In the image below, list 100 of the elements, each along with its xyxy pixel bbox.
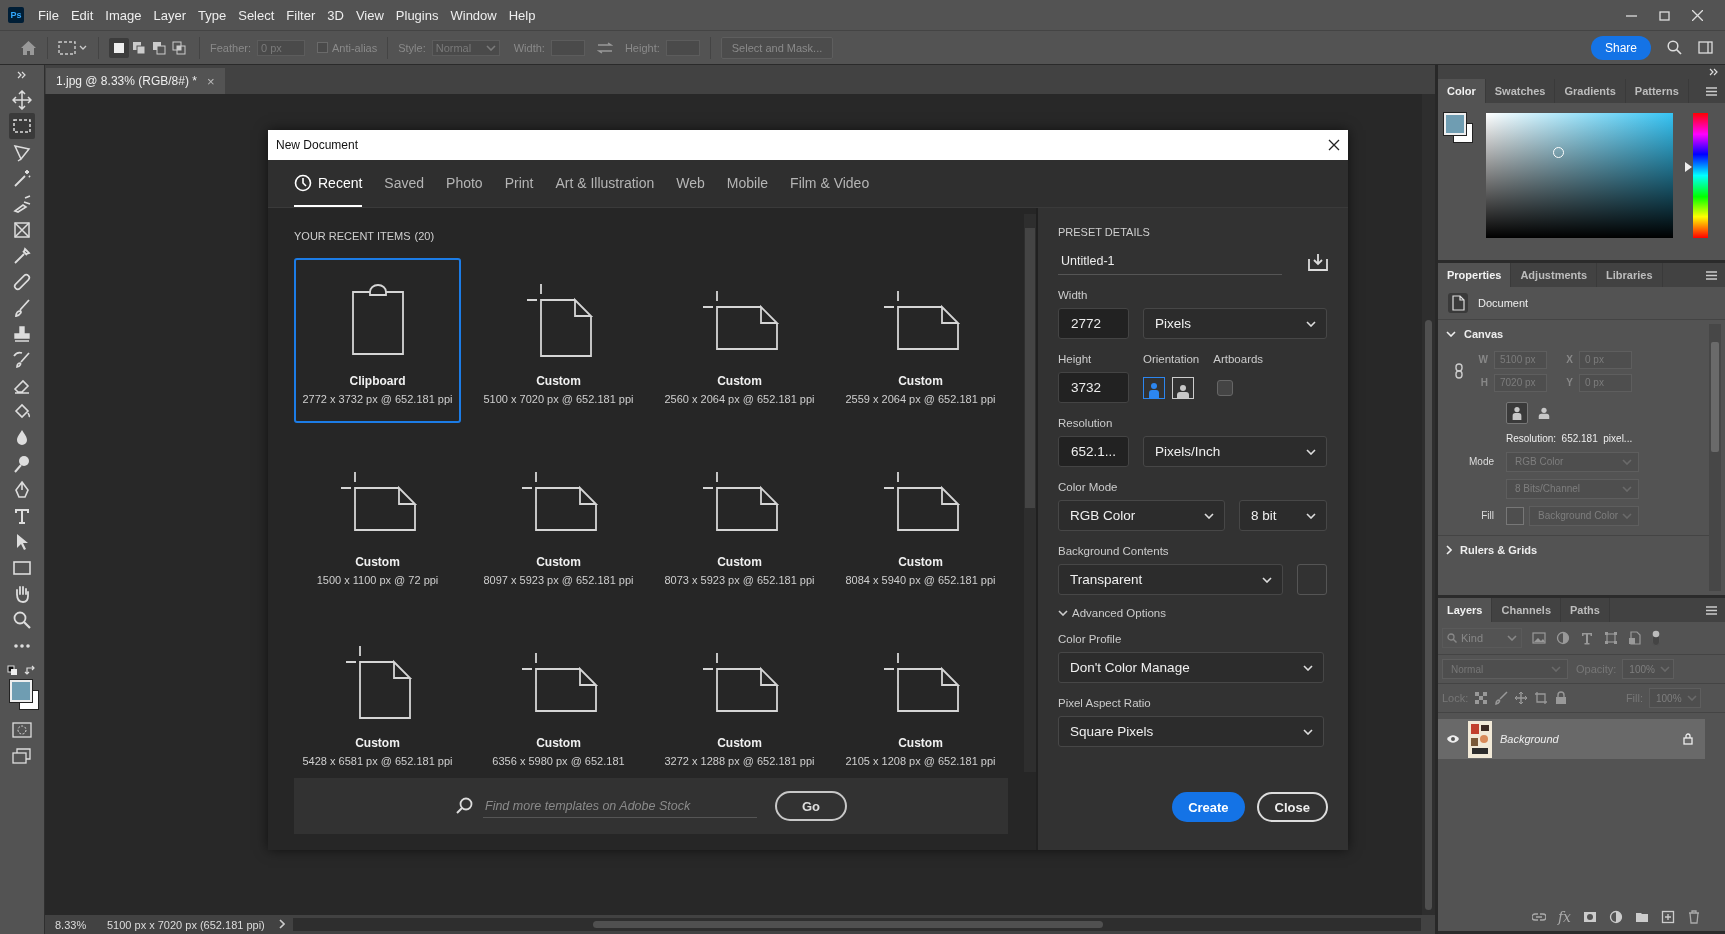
preset-card[interactable]: Custom 8097 x 5923 px @ 652.181 ppi — [475, 438, 642, 604]
preset-size: 8073 x 5923 px @ 652.181 ppi — [663, 572, 816, 588]
preset-card[interactable]: Custom 5100 x 7020 px @ 652.181 ppi — [475, 257, 642, 423]
field-label: Width — [1058, 288, 1089, 303]
panel-tab[interactable]: Paths — [1561, 598, 1610, 622]
field-label: Artboards — [1213, 352, 1264, 367]
menu-item[interactable]: Select — [232, 7, 281, 23]
preset-card[interactable]: Custom 2560 x 2064 px @ 652.181 ppi — [656, 257, 823, 423]
advanced-options-toggle[interactable]: Advanced Options — [1058, 607, 1328, 619]
panel-tab[interactable]: Color — [1438, 79, 1486, 103]
section-heading: PRESET DETAILS — [1058, 226, 1151, 238]
share-button[interactable]: Share — [1590, 35, 1651, 60]
field-label: Color Profile — [1058, 632, 1123, 647]
preset-card[interactable]: Custom 2105 x 1208 px @ 652.181 ppi — [837, 619, 1004, 769]
pixel-aspect-dropdown[interactable]: Square Pixels — [1058, 716, 1324, 747]
preset-size: 3272 x 1288 px @ 652.181 ppi — [663, 753, 816, 769]
section-heading: YOUR RECENT ITEMS — [294, 229, 411, 242]
preset-card[interactable]: Custom 5428 x 6581 px @ 652.181 ppi — [294, 619, 461, 769]
preset-card[interactable]: Custom 1500 x 1100 px @ 72 ppi — [294, 438, 461, 604]
layer-name: Background — [1500, 733, 1560, 745]
preset-name: Custom — [717, 734, 762, 752]
preset-name: Custom — [355, 734, 400, 752]
category-tab[interactable]: Film & Video — [790, 160, 870, 207]
menu-item[interactable]: Plugins — [389, 7, 445, 23]
preset-name: Custom — [898, 734, 943, 752]
menu-item[interactable]: 3D — [321, 7, 350, 23]
category-tab[interactable]: Photo — [446, 160, 483, 207]
width-field[interactable]: 2772 — [1058, 308, 1129, 339]
unit-dropdown[interactable]: Pixels/Inch — [1143, 436, 1327, 467]
rulers-section-header[interactable]: Rulers & Grids — [1438, 535, 1709, 564]
preset-size: 2105 x 1208 px @ 652.181 ppi — [844, 753, 997, 769]
menu-item[interactable]: Filter — [280, 7, 322, 23]
menu-item[interactable]: Image — [99, 7, 148, 23]
preset-size: 8084 x 5940 px @ 652.181 ppi — [844, 572, 997, 588]
panel-tab[interactable]: Gradients — [1555, 79, 1626, 103]
fill-label: Fill — [1480, 510, 1494, 521]
preset-size: 1500 x 1100 px @ 72 ppi — [315, 572, 440, 588]
panel-tab[interactable]: Swatches — [1485, 79, 1556, 103]
app-logo: Ps — [8, 7, 24, 23]
category-tab[interactable]: Web — [676, 160, 705, 207]
menu-item[interactable]: Window — [444, 7, 503, 23]
panel-tab[interactable]: Channels — [1492, 598, 1561, 622]
mode-label: Mode — [1468, 456, 1494, 467]
panel-tab[interactable]: Patterns — [1625, 79, 1689, 103]
panel-tab[interactable]: Layers — [1438, 598, 1493, 622]
preset-card[interactable]: Custom 3272 x 1288 px @ 652.181 ppi — [656, 619, 823, 769]
menu-item[interactable]: View — [349, 7, 390, 23]
preset-size: 8097 x 5923 px @ 652.181 ppi — [482, 572, 635, 588]
preset-name: Custom — [536, 553, 581, 571]
preset-card[interactable]: Custom 2559 x 2064 px @ 652.181 ppi — [837, 257, 1004, 423]
resolution-text: Resolution: 652.181 pixel... — [1506, 433, 1634, 444]
document-tab[interactable]: 1.jpg @ 8.33% (RGB/8#) * × — [46, 68, 225, 94]
preset-size: 6356 x 5980 px @ 652.181 — [491, 753, 626, 769]
preset-card[interactable]: Custom 6356 x 5980 px @ 652.181 — [475, 619, 642, 769]
preset-name: Clipboard — [349, 372, 406, 390]
document-label: Document — [1478, 297, 1529, 309]
panel-tab[interactable]: Adjustments — [1511, 263, 1598, 287]
menu-item[interactable]: Type — [192, 7, 233, 23]
item-count: (20) — [414, 229, 435, 242]
layer-row[interactable]: Background — [1438, 719, 1705, 759]
panel-tab[interactable]: Libraries — [1597, 263, 1663, 287]
category-tab[interactable]: Print — [504, 160, 534, 207]
preset-size: 5100 x 7020 px @ 652.181 ppi — [482, 391, 635, 407]
close-button[interactable]: Close — [1256, 792, 1328, 822]
height-field[interactable]: 3732 — [1058, 372, 1129, 403]
tab-close-button[interactable]: × — [206, 73, 215, 89]
dialog-title: New Document — [276, 138, 360, 152]
preset-name: Custom — [898, 372, 943, 390]
menu-item[interactable]: File — [32, 7, 65, 23]
panel-tab[interactable]: Properties — [1438, 263, 1512, 287]
category-tab[interactable]: Mobile — [726, 160, 769, 207]
category-tab[interactable]: Saved — [384, 160, 425, 207]
preset-card[interactable]: Custom 8084 x 5940 px @ 652.181 ppi — [837, 438, 1004, 604]
document-name-field[interactable]: Untitled-1 — [1058, 248, 1282, 275]
field-label: Height — [1058, 352, 1093, 367]
preset-name: Custom — [717, 372, 762, 390]
preset-name: Custom — [536, 372, 581, 390]
bit-depth-dropdown[interactable]: 8 bit — [1239, 500, 1327, 531]
background-dropdown[interactable]: Transparent — [1058, 564, 1283, 595]
category-tab[interactable]: Art & Illustration — [555, 160, 655, 207]
field-label: Orientation — [1143, 352, 1200, 367]
document-info: 5100 px x 7020 px (652.181 ppi) — [107, 918, 265, 931]
search-field[interactable]: Find more templates on Adobe Stock — [483, 794, 757, 818]
canvas-section-header[interactable]: Canvas — [1438, 320, 1709, 348]
preset-card[interactable]: Custom 8073 x 5923 px @ 652.181 ppi — [656, 438, 823, 604]
category-tab[interactable]: Recent — [294, 160, 363, 207]
zoom-level[interactable]: 8.33% — [55, 918, 95, 931]
preset-size: 2560 x 2064 px @ 652.181 ppi — [663, 391, 816, 407]
resolution-field[interactable]: 652.1... — [1058, 436, 1129, 467]
preset-card[interactable]: Clipboard 2772 x 3732 px @ 652.181 ppi — [294, 257, 461, 423]
menu-item[interactable]: Help — [502, 7, 542, 23]
menu-item[interactable]: Layer — [147, 7, 193, 23]
create-button[interactable]: Create — [1172, 792, 1245, 822]
color-mode-dropdown[interactable]: RGB Color — [1058, 500, 1225, 531]
go-button[interactable]: Go — [775, 791, 847, 822]
menu-item[interactable]: Edit — [64, 7, 100, 23]
field-label: Resolution — [1058, 416, 1114, 431]
preset-name: Custom — [898, 553, 943, 571]
color-profile-dropdown[interactable]: Don't Color Manage — [1058, 652, 1324, 683]
unit-dropdown[interactable]: Pixels — [1143, 308, 1327, 339]
